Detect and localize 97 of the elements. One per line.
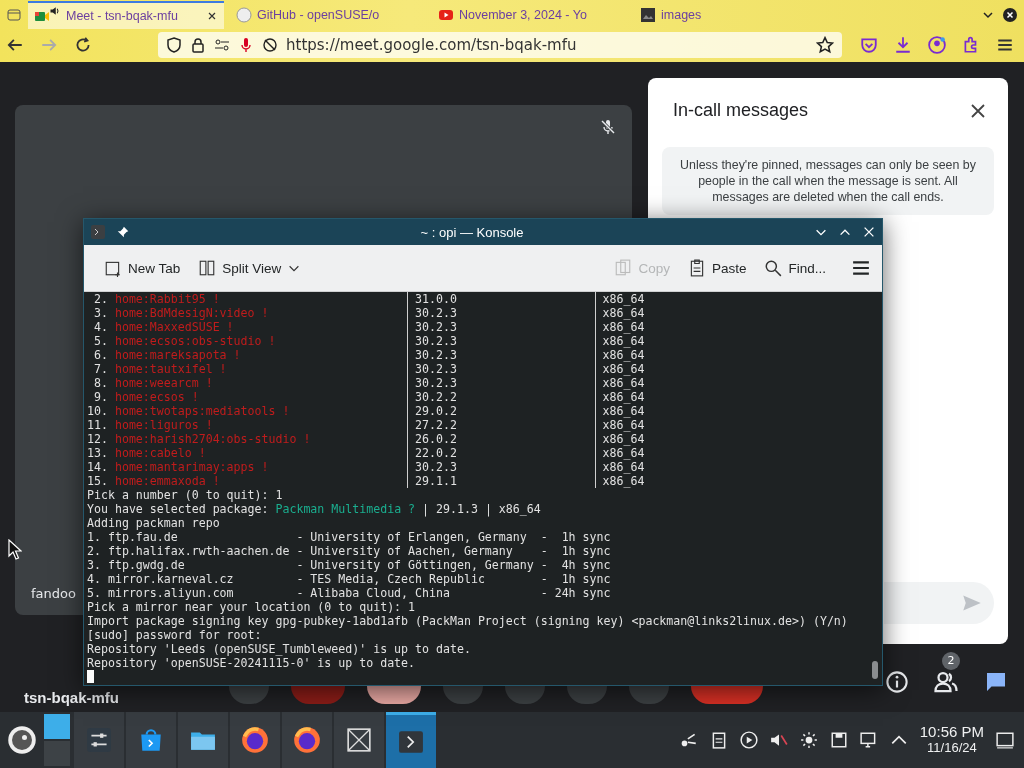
share-button[interactable]	[367, 686, 421, 704]
participant-name: fandoo	[31, 586, 76, 601]
chat-icon[interactable]	[984, 670, 1008, 694]
close-icon[interactable]	[1002, 7, 1018, 23]
toolbar-button[interactable]: Split View	[192, 255, 308, 281]
tab-manager-icon[interactable]	[6, 7, 22, 23]
url-field[interactable]: https://meet.google.com/tsn-bqak-mfu	[158, 32, 842, 58]
terminal-line: 6. home:mareksapota ! 30.2.3 x86_64	[92, 348, 646, 362]
copy-icon	[614, 259, 633, 277]
taskbar-app-button[interactable]	[334, 712, 384, 768]
terminal-line: 5. mirrors.aliyun.com - Alibaba Cloud, China - 24h sync	[87, 586, 612, 600]
close-icon[interactable]	[206, 10, 218, 22]
text-cursor	[87, 670, 94, 683]
browser-tab[interactable]: November 3, 2024 - Yo	[432, 1, 628, 29]
taskbar-app-button[interactable]	[74, 712, 124, 768]
terminal-line: 3. home:BdMdesigN:video ! 30.2.3 x86_64	[92, 306, 646, 320]
terminal-line: 14. home:mantarimay:apps ! 30.2.3 x86_64	[87, 460, 646, 474]
browser-tab[interactable]: images	[634, 1, 830, 29]
taskbar-app-button[interactable]	[126, 712, 176, 768]
pin-icon[interactable]	[116, 225, 130, 239]
terminal-line: 2. home:Rabbit95 ! 31.0.0 x86_64	[92, 292, 646, 306]
brightness-icon[interactable]	[799, 731, 818, 749]
terminal-icon	[398, 728, 424, 755]
firefox-icon	[293, 726, 321, 754]
info-icon[interactable]	[886, 671, 908, 693]
media-play-icon[interactable]	[739, 731, 758, 749]
terminal-line: 7. home:tautxifel ! 30.2.3 x86_64	[92, 362, 646, 376]
terminal-line: Repository 'Leeds (openSUSE_Tumbleweed)' is up to date.	[87, 642, 472, 656]
shield-icon[interactable]	[166, 37, 182, 53]
monitor-icon[interactable]	[859, 731, 878, 749]
download-icon[interactable]	[894, 36, 912, 54]
terminal-line: You have selected package: Packman Multimedia ? | 29.1.3 | x86_64	[87, 502, 542, 516]
terminal-line: 8. home:weearcm ! 30.2.3 x86_64	[92, 376, 646, 390]
terminal-line: 1. ftp.fau.de - University of Erlangen, Germany - 1h sync	[87, 530, 612, 544]
terminal-line: 11. home:liguros ! 27.2.2 x86_64	[87, 418, 646, 432]
terminal-line: [sudo] password for root:	[87, 628, 263, 642]
panel-title: In-call messages	[673, 100, 809, 121]
new-tab-icon	[104, 259, 122, 277]
toolbar-button[interactable]: Find...	[758, 255, 832, 281]
window-title: ~ : opi — Konsole	[419, 224, 525, 240]
clock[interactable]: 10:56 PM 11/16/24	[919, 724, 984, 756]
browser-tab[interactable]: Meet - tsn-bqak-mfu	[28, 1, 224, 29]
menu-icon[interactable]	[852, 259, 870, 277]
terminal-line: 4. home:MaxxedSUSE ! 30.2.3 x86_64	[92, 320, 646, 334]
terminal-line: Repository 'openSUSE-20241115-0' is up to date.	[87, 656, 417, 670]
pocket-icon[interactable]	[860, 36, 878, 54]
terminal-line: 2. ftp.halifax.rwth-aachen.de - University of Aachen, Germany - 1h sync	[87, 544, 612, 558]
terminal-line: Pick a mirror near your location (0 to quit): 1	[87, 600, 417, 614]
terminal-line: Import package signing key gpg-pubkey-1abd1afb (PackMan Project (signing key) <packman@links2linux.de>) (Y/n)	[87, 614, 849, 628]
terminal-app-icon	[90, 224, 106, 240]
lock-icon[interactable]	[190, 37, 206, 53]
taskbar-app-button[interactable]	[178, 712, 228, 768]
browser-tab[interactable]: GitHub - openSUSE/o	[230, 1, 426, 29]
terminal-line: 4. mirror.karneval.cz - TES Media, Czech Republic - 1h sync	[87, 572, 612, 586]
circle-logo-icon	[236, 7, 252, 23]
taskbar-app-button[interactable]	[386, 712, 436, 768]
microphone-muted-icon	[600, 119, 616, 135]
shopping-bag-icon	[138, 727, 164, 753]
bookmark-star-icon[interactable]	[816, 36, 834, 54]
toolbar-button[interactable]: New Tab	[98, 255, 187, 281]
message-input-field[interactable]	[884, 582, 994, 624]
close-icon[interactable]	[970, 102, 986, 119]
scrollbar-thumb[interactable]	[872, 661, 878, 679]
terminal-line: 10. home:twotaps:mediatools ! 29.0.2 x86_64	[87, 404, 646, 418]
terminal-line: 15. home:emmaxoda ! 29.1.1 x86_64	[87, 474, 646, 488]
gecko-logo-icon	[7, 725, 37, 755]
speaker-icon	[49, 5, 61, 17]
mouse-pointer-icon	[8, 539, 22, 560]
terminal-line: 5. home:ecsos:obs-studio ! 30.2.3 x86_64	[92, 334, 646, 348]
info-notice: Unless they're pinned, messages can only be seen by people in the call when the message is sent. All messages are deleted when the call ends.	[662, 147, 994, 215]
firefox-icon	[241, 726, 269, 754]
people-icon[interactable]	[934, 670, 958, 694]
desktop-pager[interactable]	[44, 714, 70, 766]
permissions-icon[interactable]	[214, 37, 230, 53]
image-thumbnail-icon	[640, 7, 656, 23]
participant-count-badge: 2	[942, 652, 960, 670]
crop-frame-icon	[346, 727, 372, 753]
meeting-code: tsn-bqak-mfu	[24, 689, 119, 706]
account-icon[interactable]	[928, 36, 946, 54]
microphone-icon[interactable]	[238, 37, 254, 53]
taskbar-app-button[interactable]	[230, 712, 280, 768]
reload-icon[interactable]	[74, 36, 92, 54]
url-text: https://meet.google.com/tsn-bqak-mfu	[286, 36, 578, 54]
terminal-line: Pick a number (0 to quit): 1	[87, 488, 284, 502]
terminal-line: 9. home:ecsos ! 30.2.2 x86_64	[92, 390, 646, 404]
search-icon	[764, 259, 783, 277]
play-logo-icon	[438, 7, 454, 23]
end-call-button[interactable]	[691, 686, 763, 704]
show-desktop-icon[interactable]	[996, 731, 1014, 749]
terminal-line: 13. home:cabelo ! 22.0.2 x86_64	[87, 446, 646, 460]
sliders-icon	[86, 727, 112, 753]
split-view-icon	[198, 259, 217, 277]
terminal-line: 12. home:harish2704:obs-studio ! 26.0.2 x86_64	[87, 432, 646, 446]
terminal-line: Adding packman repo	[87, 516, 221, 530]
toolbar-button[interactable]: Paste	[681, 255, 753, 281]
terminal-line: 3. ftp.gwdg.de - University of Göttingen, Germany - 4h sync	[87, 558, 612, 572]
taskbar-app-button[interactable]	[282, 712, 332, 768]
